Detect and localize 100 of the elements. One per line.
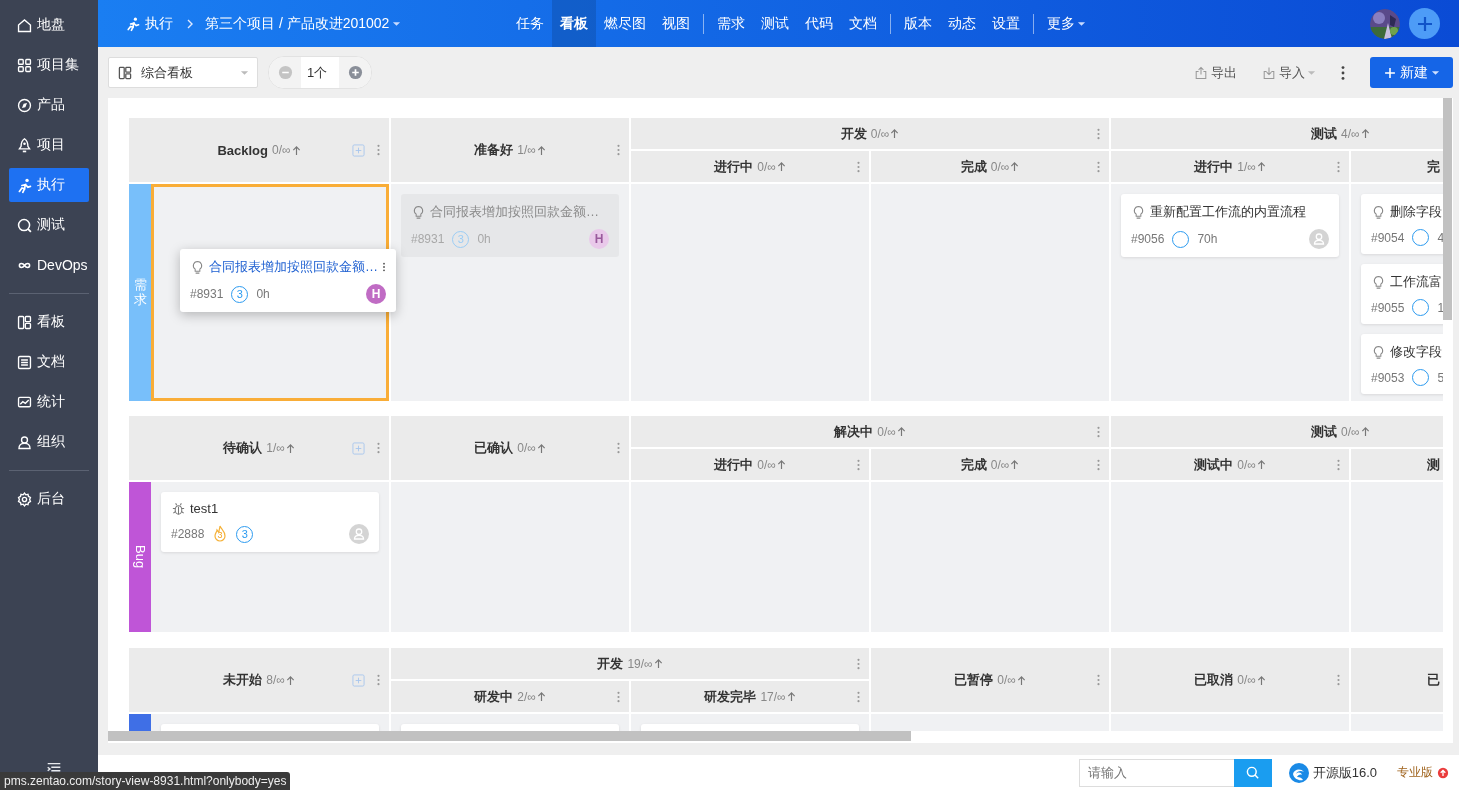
column-title: Backlog	[217, 142, 268, 158]
nav-tab[interactable]: 版本	[896, 0, 940, 47]
sidebar-item[interactable]: 文档	[9, 345, 89, 379]
nav-tab[interactable]: 设置	[984, 0, 1028, 47]
wip-count: 0/∞	[1237, 673, 1256, 687]
severity-value: 3	[217, 530, 223, 540]
export-button[interactable]: 导出	[1193, 63, 1237, 82]
nav-tab[interactable]: 测试	[753, 0, 797, 47]
column-title: 已取消	[1194, 671, 1234, 689]
nav-tab[interactable]: 代码	[797, 0, 841, 47]
estimate-hours: 5	[1437, 370, 1443, 385]
board-dropdown[interactable]: 综合看板	[108, 57, 258, 88]
wip-count: 2/∞	[517, 689, 536, 704]
nav-tab[interactable]: 需求	[709, 0, 753, 47]
card-id: #8931	[411, 232, 445, 246]
column-title: 准备好	[474, 141, 514, 159]
column-title: 完	[1427, 157, 1440, 176]
card-id: #9055	[1371, 300, 1405, 315]
card-title[interactable]: 合同报表增加按照回款金额…	[209, 258, 378, 276]
sidebar-item[interactable]: 产品	[9, 88, 89, 122]
card-id: #9054	[1371, 230, 1405, 245]
sidebar-item[interactable]: 项目集	[9, 48, 89, 82]
column-title: 解决中	[834, 422, 874, 441]
nav-tab[interactable]: 动态	[940, 0, 984, 47]
card-title[interactable]: 修改字段	[1390, 343, 1442, 361]
column-title: 开发	[840, 124, 867, 143]
column-title: 完成	[960, 157, 987, 176]
sidebar-item[interactable]: 地盘	[9, 8, 89, 42]
column-title: 测试	[1311, 124, 1337, 143]
sidebar-item[interactable]: 项目	[9, 128, 89, 162]
wip-count: 0/∞	[990, 159, 1010, 174]
card-title[interactable]: test1	[190, 501, 219, 516]
breadcrumb-link[interactable]: 执行	[125, 14, 173, 33]
sidebar-item[interactable]: 后台	[9, 482, 89, 516]
project-switcher[interactable]: 第三个项目 / 产品改进201002	[205, 14, 402, 33]
column-title: 已暂停	[954, 671, 994, 689]
sidebar-item[interactable]: DevOps	[9, 248, 89, 282]
sidebar-item[interactable]: 测试	[9, 208, 89, 242]
column-title: 待确认	[223, 439, 263, 457]
column-title: 进行中	[714, 455, 754, 474]
column-title: 完成	[960, 455, 987, 474]
wip-count: 8/∞	[266, 673, 285, 687]
card-id: #2888	[171, 527, 205, 541]
column-title: 已	[1427, 671, 1440, 689]
estimate-hours: 1	[1437, 300, 1443, 315]
sidebar-item[interactable]: 看板	[9, 305, 89, 339]
nav-tab[interactable]: 看板	[552, 0, 596, 47]
wip-count: 0/∞	[757, 159, 776, 174]
column-title: 研发中	[474, 687, 514, 706]
story-card[interactable]: 合同报表增加按照回款金额… #8931 3 0h H	[180, 249, 396, 312]
pro-edition-link[interactable]: 专业版	[1397, 764, 1449, 781]
column-title: 测试中	[1194, 455, 1234, 474]
wip-count: 0/∞	[517, 441, 536, 455]
import-button[interactable]: 导入	[1261, 63, 1316, 82]
avatar: H	[366, 284, 386, 304]
column-title: 测	[1427, 455, 1440, 474]
column-title: 研发完毕	[704, 687, 757, 706]
nav-tab[interactable]: 视图	[654, 0, 698, 47]
wip-count: 0/∞	[870, 126, 890, 141]
more-menu[interactable]: 更多	[1039, 14, 1094, 33]
estimate-hours: 4	[1437, 230, 1443, 245]
wip-count: 0/∞	[1341, 424, 1360, 439]
create-button[interactable]: 新建	[1370, 57, 1453, 88]
story-card[interactable]: 重新配置工作流的内置流程 #9056 70h	[1121, 194, 1339, 257]
sidebar-item[interactable]: 统计	[9, 385, 89, 419]
search-field[interactable]: 请输入	[1078, 758, 1234, 787]
sidebar-item[interactable]: 执行	[9, 168, 89, 202]
wip-count: 0/∞	[990, 457, 1010, 472]
card-title[interactable]: 重新配置工作流的内置流程	[1150, 203, 1306, 221]
estimate-hours: 0h	[256, 287, 270, 301]
nav-tab[interactable]: 燃尽图	[596, 0, 654, 47]
bug-card[interactable]: test1 #2888 3 3	[161, 492, 379, 552]
card-id: #8931	[190, 287, 224, 301]
wip-count: 17/∞	[760, 689, 786, 704]
lane-label: 需求	[129, 184, 151, 401]
wip-count: 1/∞	[1237, 159, 1256, 174]
wip-count: 0/∞	[997, 673, 1016, 687]
status-url-tooltip: pms.zentao.com/story-view-8931.html?onlybody=yes	[0, 772, 291, 790]
card-id: #9056	[1131, 232, 1165, 246]
card-id: #9053	[1371, 370, 1405, 385]
wip-count: 0/∞	[1237, 457, 1256, 472]
wip-count: 4/∞	[1341, 126, 1360, 141]
nav-tab[interactable]: 文档	[841, 0, 885, 47]
edition-link[interactable]: 开源版16.0	[1287, 761, 1377, 784]
estimate-hours: 0h	[477, 232, 491, 246]
lane-label: Bug	[129, 482, 151, 632]
avatar: H	[589, 229, 609, 249]
card-title[interactable]: 工作流富	[1390, 273, 1442, 291]
story-card[interactable]: 修改字段 #9053 5	[1361, 334, 1443, 394]
column-title: 测试	[1311, 422, 1337, 441]
wip-count: 1/∞	[266, 441, 285, 455]
nav-tab[interactable]: 任务	[508, 0, 552, 47]
story-card[interactable]: 删除字段 #9054 4	[1361, 194, 1443, 254]
card-title[interactable]: 删除字段	[1390, 203, 1442, 221]
estimate-hours: 70h	[1197, 232, 1218, 246]
sidebar-item[interactable]: 组织	[9, 425, 89, 459]
wip-count: 0/∞	[757, 457, 776, 472]
column-title: 已确认	[474, 439, 514, 457]
story-card[interactable]: 工作流富 #9055 1	[1361, 264, 1443, 324]
column-title: 开发	[597, 654, 624, 673]
